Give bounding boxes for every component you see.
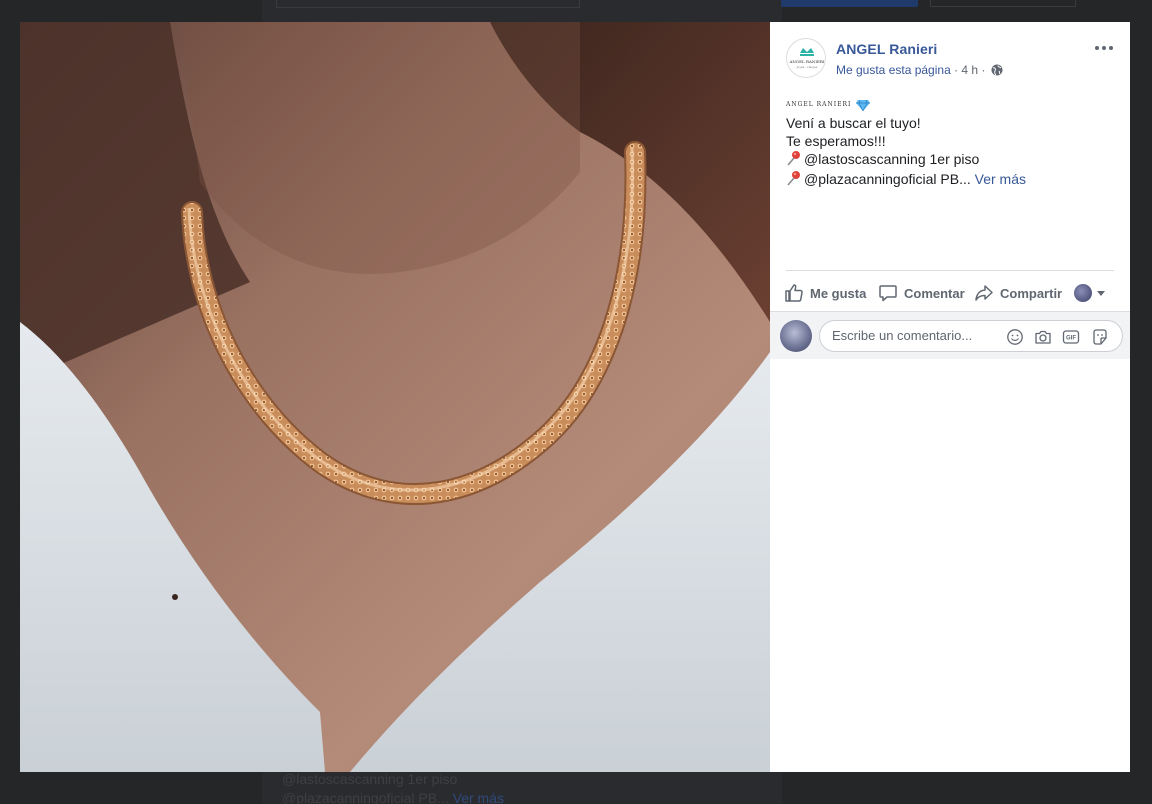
post-as-selector[interactable] — [1074, 280, 1106, 306]
svg-text:GIF: GIF — [1066, 336, 1076, 342]
comment-box: GIF — [819, 320, 1123, 352]
comment-label: Comentar — [904, 285, 965, 301]
viewer-avatar — [1074, 284, 1092, 302]
post-text: ANGEL RANIERI Vení a buscar el tuyo! Te … — [786, 96, 1121, 190]
post-line: Vení a buscar el tuyo! — [786, 115, 921, 131]
svg-text:joyas · relojes: joyas · relojes — [796, 65, 818, 69]
commenter-avatar — [780, 320, 812, 352]
comment-button[interactable]: Comentar — [878, 280, 965, 306]
page-avatar[interactable]: ANGEL RANIERI joyas · relojes — [786, 38, 826, 78]
post-line: @plazacanningoficial PB... Ver más — [786, 170, 1121, 190]
globe-icon — [991, 64, 1003, 79]
gif-icon: GIF — [1062, 330, 1080, 344]
post-timestamp[interactable]: 4 h — [961, 63, 978, 77]
divider — [786, 270, 1114, 271]
crown-logo-icon: ANGEL RANIERI joyas · relojes — [789, 48, 825, 69]
post-line: @lastoscascanning 1er piso — [786, 150, 1121, 170]
like-button[interactable]: Me gusta — [784, 280, 866, 306]
background-tabs — [276, 0, 580, 8]
gem-icon — [856, 99, 871, 112]
caret-down-icon — [1097, 291, 1105, 296]
comment-bubble-icon — [879, 285, 897, 302]
background-like-page-button — [781, 0, 918, 7]
share-label: Compartir — [1000, 285, 1063, 301]
see-more-link[interactable]: Ver más — [975, 171, 1026, 187]
post-logo-line: ANGEL RANIERI — [786, 96, 1121, 114]
background-secondary-button — [930, 0, 1076, 7]
post-actions: Me gusta Comentar Compartir — [784, 280, 1116, 306]
more-options-button[interactable] — [1092, 38, 1116, 58]
post-line: Te esperamos!!! — [786, 133, 886, 149]
meta-separator: · — [978, 63, 989, 77]
brand-wordmark: ANGEL RANIERI — [786, 101, 852, 108]
post-photo[interactable] — [20, 22, 770, 772]
pushpin-icon — [786, 170, 804, 190]
comment-input[interactable] — [832, 328, 1002, 343]
ellipsis-icon — [1095, 46, 1113, 50]
thumbs-up-icon — [785, 284, 803, 302]
comment-composer: GIF — [770, 311, 1130, 359]
sticker-icon — [1093, 329, 1107, 345]
sticker-button[interactable] — [1091, 328, 1109, 346]
background-post-line: @lastoscascanning 1er piso — [282, 771, 458, 787]
like-page-link[interactable]: Me gusta esta página — [836, 63, 951, 77]
post-meta: Me gusta esta página · 4 h · — [836, 63, 1003, 79]
post-sidebar: ANGEL RANIERI joyas · relojes ANGEL Rani… — [770, 22, 1130, 772]
background-post-line: @plazacanningoficial PB... Ver más — [282, 790, 504, 804]
post-header: ANGEL RANIERI joyas · relojes ANGEL Rani… — [786, 38, 1118, 80]
svg-text:ANGEL RANIERI: ANGEL RANIERI — [789, 59, 825, 64]
photo-button[interactable] — [1034, 328, 1052, 346]
photo-lightbox: ANGEL RANIERI joyas · relojes ANGEL Rani… — [20, 22, 1130, 772]
gif-button[interactable]: GIF — [1062, 328, 1080, 346]
meta-separator: · — [950, 63, 962, 77]
camera-icon — [1035, 330, 1051, 344]
page-name-link[interactable]: ANGEL Ranieri — [836, 41, 937, 57]
share-arrow-icon — [975, 285, 993, 301]
necklace-photo — [20, 22, 770, 772]
emoji-button[interactable] — [1006, 328, 1024, 346]
pushpin-icon — [786, 150, 804, 170]
smiley-icon — [1007, 329, 1023, 345]
like-label: Me gusta — [810, 285, 867, 301]
share-button[interactable]: Compartir — [974, 280, 1062, 306]
